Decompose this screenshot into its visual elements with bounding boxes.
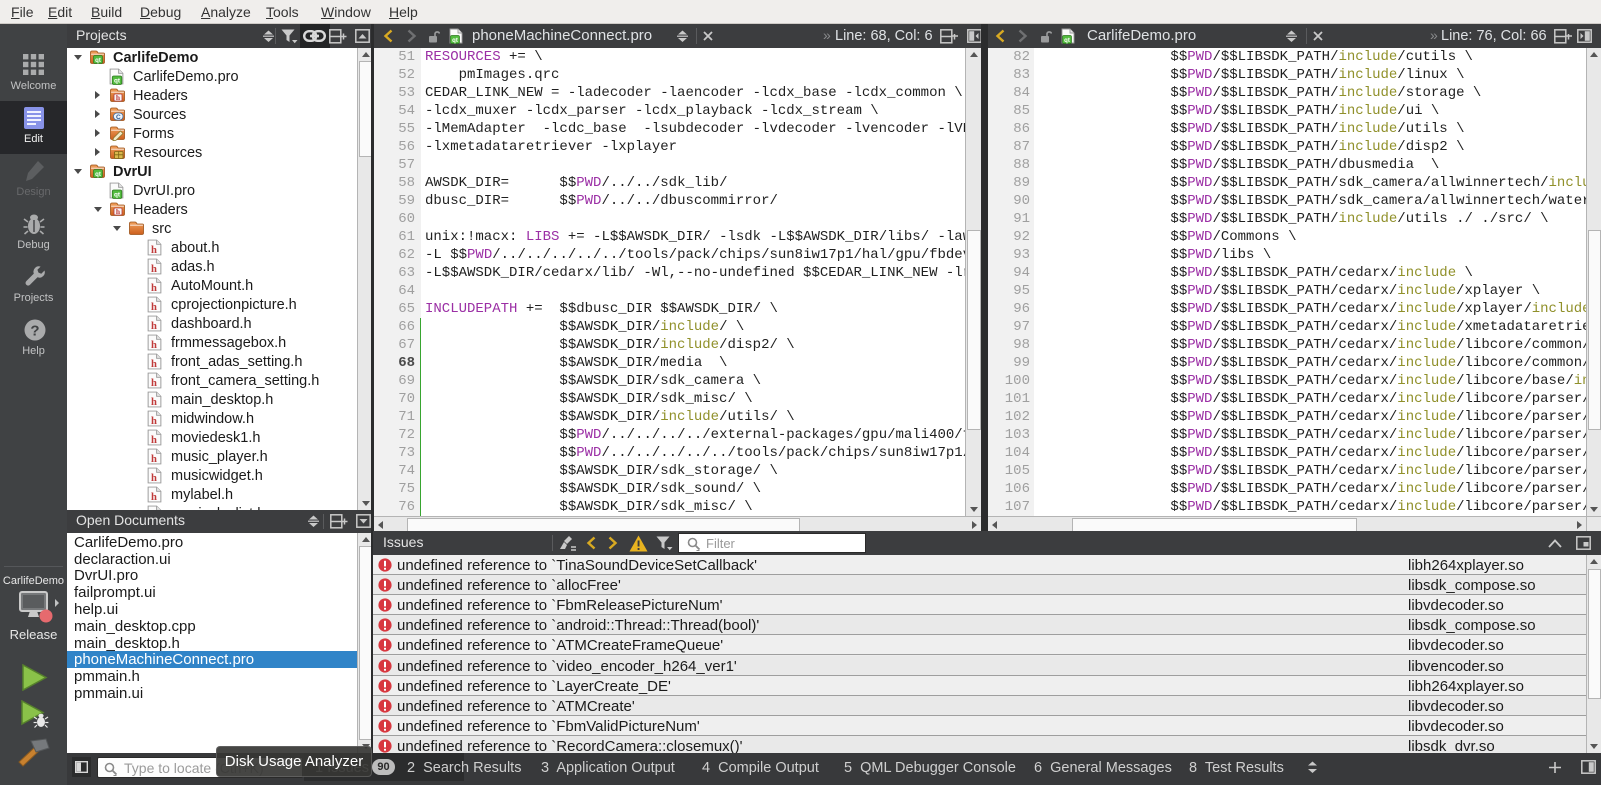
svg-text:?: ? [30,323,39,340]
svg-text:h: h [151,473,157,484]
svg-text:h: h [151,435,157,446]
svg-text:h: h [151,359,157,370]
svg-text:h: h [151,321,157,332]
svg-text:h: h [151,378,157,389]
svg-text:h: h [151,264,157,275]
svg-text:h: h [151,340,157,351]
svg-text:h: h [151,397,157,408]
svg-text:h: h [151,302,157,313]
svg-text:h: h [151,454,157,465]
svg-text:h: h [151,283,157,294]
svg-text:C: C [116,114,121,121]
svg-text:h: h [151,492,157,503]
svg-text:h: h [151,245,157,256]
svg-text:h: h [151,416,157,427]
